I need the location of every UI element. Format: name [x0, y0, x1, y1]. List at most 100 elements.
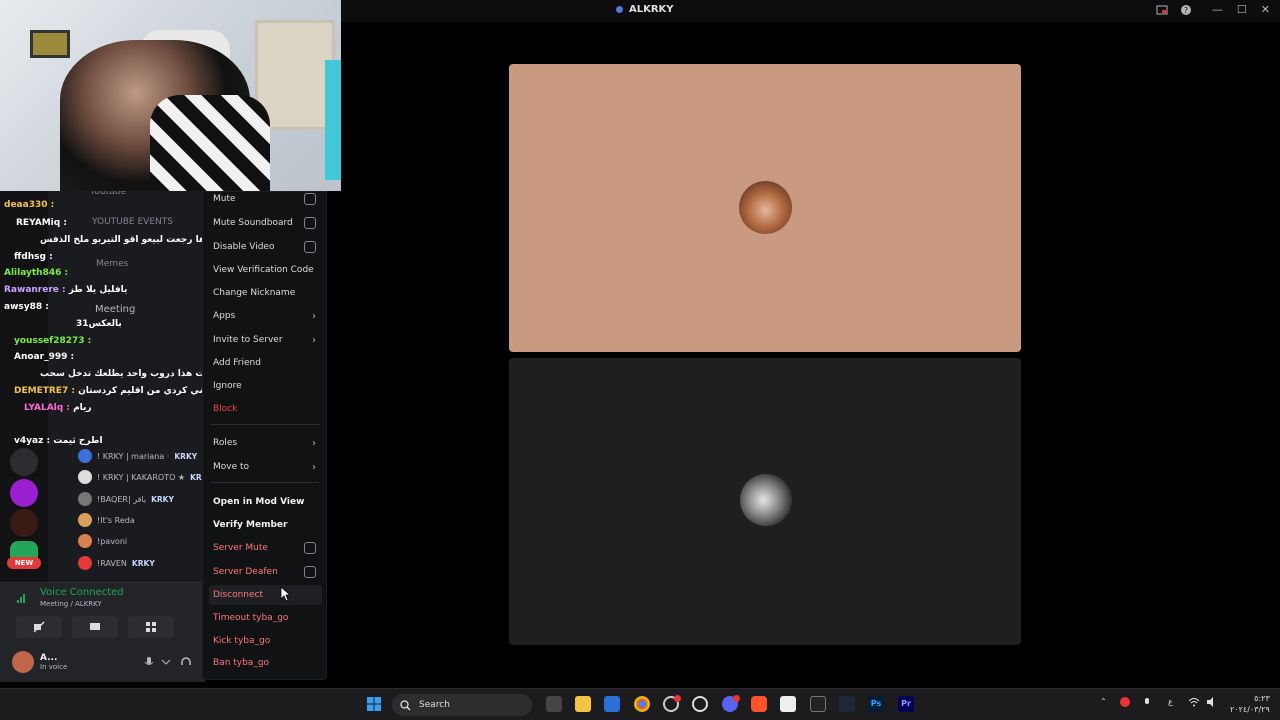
- chevron-down-icon[interactable]: [160, 656, 172, 668]
- server-icon[interactable]: [10, 448, 38, 476]
- menu-item-mute-soundboard[interactable]: Mute Soundboard: [213, 213, 318, 233]
- menu-item-change-nickname[interactable]: Change Nickname: [213, 283, 318, 303]
- camera-off-icon: [33, 621, 45, 633]
- avatar: [78, 470, 92, 484]
- avatar: [12, 651, 34, 673]
- menu-item-invite-to-server[interactable]: Invite to Server ›: [213, 330, 318, 350]
- keyboard-language-icon[interactable]: ع: [1168, 697, 1173, 706]
- capcut-icon[interactable]: [810, 696, 826, 712]
- task-view-icon[interactable]: [546, 696, 562, 712]
- screen-share-button[interactable]: [72, 616, 118, 638]
- light: [325, 60, 341, 180]
- chevron-up-icon[interactable]: ⌃: [1100, 697, 1107, 706]
- voice-channel-meeting[interactable]: Meeting: [95, 304, 135, 315]
- checkbox[interactable]: [304, 241, 316, 253]
- system-clock[interactable]: ٥:٢٣ ٢٠٢٤/٠٣/٢٩: [1230, 693, 1270, 715]
- checkbox[interactable]: [304, 217, 316, 229]
- award-plaque: [30, 30, 70, 58]
- channel-item[interactable]: Memes: [96, 259, 128, 269]
- chat-message: ffdhsg :: [14, 252, 53, 262]
- voice-member[interactable]: ! KRKY | KAKAROTO ★ KRI: [78, 468, 204, 486]
- checkbox[interactable]: [304, 193, 316, 205]
- svg-text:?: ?: [1184, 6, 1188, 15]
- streamer-webcam: [0, 0, 341, 191]
- menu-item-disconnect[interactable]: Disconnect: [209, 585, 322, 605]
- menu-item-roles[interactable]: Roles ›: [213, 433, 318, 453]
- tray-app-icon[interactable]: [1120, 697, 1130, 707]
- checkbox[interactable]: [304, 566, 316, 578]
- chevron-right-icon: ›: [312, 334, 316, 346]
- new-badge[interactable]: NEW: [7, 557, 41, 569]
- chat-message: ها رجعت لبيعو اقو التيربو ملخ الذفس: [40, 235, 206, 245]
- voice-member[interactable]: !RAVEN KRKY: [78, 554, 155, 572]
- voice-location[interactable]: Meeting / ALKRKY: [40, 600, 102, 608]
- menu-item-ignore[interactable]: Ignore: [213, 376, 318, 396]
- voice-status[interactable]: Voice Connected: [40, 587, 124, 598]
- notification-badge: [733, 695, 740, 702]
- user-context-menu: Mute Mute Soundboard Disable Video View …: [202, 191, 327, 680]
- maximize-icon[interactable]: ☐: [1237, 3, 1247, 16]
- menu-item-disable-video[interactable]: Disable Video: [213, 237, 318, 257]
- menu-item-open-in-mod-view[interactable]: Open in Mod View: [213, 492, 318, 512]
- volume-icon[interactable]: [1206, 697, 1218, 707]
- headphones-icon[interactable]: [180, 656, 192, 668]
- menu-item-add-friend[interactable]: Add Friend: [213, 353, 318, 373]
- discord-logo-icon: [616, 6, 623, 13]
- menu-item-apps[interactable]: Apps ›: [213, 306, 318, 326]
- channel-item[interactable]: YOUTUBE EVENTS: [92, 217, 173, 227]
- menu-item-verify-member[interactable]: Verify Member: [213, 515, 318, 535]
- premiere-icon[interactable]: Pr: [898, 696, 914, 712]
- menu-divider: [211, 424, 319, 425]
- store-icon[interactable]: [604, 696, 620, 712]
- voice-member[interactable]: ! KRKY | mariana · KRKY: [78, 447, 197, 465]
- screen-share-icon: [90, 623, 100, 630]
- chevron-right-icon: ›: [312, 310, 316, 322]
- signal-icon[interactable]: [16, 591, 30, 605]
- activities-button[interactable]: [128, 616, 174, 638]
- search-icon: [400, 699, 411, 710]
- menu-item-ban[interactable]: Ban tyba_go: [213, 653, 318, 673]
- chat-message: Alilayth846 :: [4, 268, 69, 278]
- menu-item-move-to[interactable]: Move to ›: [213, 457, 318, 477]
- microphone-icon[interactable]: [143, 656, 155, 668]
- voice-member[interactable]: !BAQER| باقر KRKY: [78, 490, 174, 508]
- chrome-icon[interactable]: [634, 696, 650, 712]
- menu-item-server-deafen[interactable]: Server Deafen: [213, 562, 318, 582]
- menu-item-mute[interactable]: Mute: [213, 189, 318, 209]
- file-explorer-icon[interactable]: [575, 696, 591, 712]
- window-controls: — ☐ ✕: [1212, 3, 1270, 16]
- wifi-icon[interactable]: [1188, 697, 1200, 707]
- chat-message: deaa330 :: [4, 200, 55, 210]
- voice-member[interactable]: !pavoni: [78, 532, 127, 550]
- steam-icon[interactable]: [839, 696, 855, 712]
- menu-item-view-verification-code[interactable]: View Verification Code: [213, 260, 318, 280]
- menu-item-kick[interactable]: Kick tyba_go: [213, 631, 318, 651]
- minimize-icon[interactable]: —: [1212, 3, 1223, 16]
- camera-toggle-button[interactable]: [16, 616, 62, 638]
- server-icon[interactable]: [10, 479, 38, 507]
- avatar: [78, 513, 92, 527]
- taskbar-search[interactable]: Search: [392, 694, 532, 716]
- menu-item-block[interactable]: Block: [213, 399, 318, 419]
- document-icon[interactable]: [780, 696, 796, 712]
- chat-message: REYAMiq :: [16, 218, 67, 228]
- chat-message: DEMETRE7 : ترا اني كردي من اقليم كردستان: [14, 386, 222, 396]
- menu-item-timeout[interactable]: Timeout tyba_go: [213, 608, 318, 628]
- close-icon[interactable]: ✕: [1261, 3, 1270, 16]
- steam-like-icon[interactable]: [692, 696, 708, 712]
- menu-item-server-mute[interactable]: Server Mute: [213, 538, 318, 558]
- help-icon[interactable]: ?: [1180, 4, 1192, 16]
- participant-avatar-2[interactable]: [740, 474, 792, 526]
- windows-start-icon[interactable]: [366, 696, 382, 712]
- photoshop-icon[interactable]: Ps: [868, 696, 884, 712]
- user-panel[interactable]: A... In voice: [12, 651, 67, 673]
- server-icon[interactable]: [10, 509, 38, 537]
- voice-member[interactable]: !It's Reda: [78, 511, 135, 529]
- brave-icon[interactable]: [751, 696, 767, 712]
- inbox-icon[interactable]: [1156, 4, 1168, 16]
- checkbox[interactable]: [304, 542, 316, 554]
- participant-avatar-1[interactable]: [739, 181, 792, 234]
- microphone-icon[interactable]: [1142, 697, 1152, 709]
- mouse-cursor-icon: [280, 586, 290, 602]
- chevron-right-icon: ›: [312, 437, 316, 449]
